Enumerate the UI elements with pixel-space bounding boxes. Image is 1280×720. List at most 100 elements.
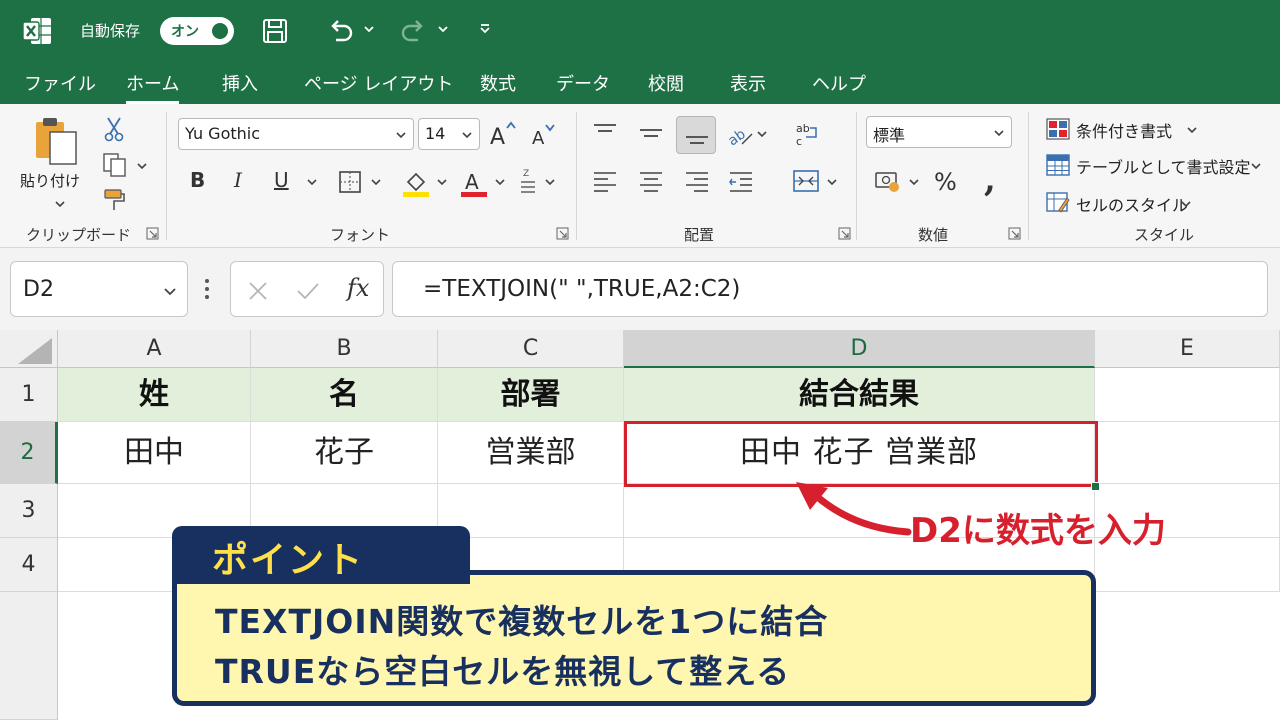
align-right-icon[interactable] bbox=[684, 170, 710, 194]
column-header-e[interactable]: E bbox=[1095, 330, 1280, 368]
cell-a2[interactable]: 田中 bbox=[58, 422, 251, 484]
format-painter-icon[interactable] bbox=[102, 188, 128, 214]
align-middle-icon[interactable] bbox=[638, 122, 664, 144]
format-as-table-dropdown-icon[interactable] bbox=[1250, 160, 1262, 172]
excel-logo-icon[interactable] bbox=[22, 17, 52, 45]
column-header-d[interactable]: D bbox=[624, 330, 1095, 368]
italic-icon[interactable]: I bbox=[234, 168, 242, 192]
underline-icon[interactable]: U bbox=[274, 168, 289, 192]
conditional-formatting-dropdown-icon[interactable] bbox=[1186, 124, 1198, 136]
merge-dropdown-icon[interactable] bbox=[826, 176, 838, 188]
column-header-a[interactable]: A bbox=[58, 330, 251, 368]
font-color-dropdown-icon[interactable] bbox=[494, 176, 506, 188]
ribbon-tabs: ファイル ホーム 挿入 ページ レイアウト 数式 データ 校閲 表示 ヘルプ bbox=[0, 62, 1280, 104]
font-color-icon[interactable]: A bbox=[460, 168, 488, 198]
select-all-button[interactable] bbox=[0, 330, 58, 368]
tab-formulas[interactable]: 数式 bbox=[480, 70, 516, 96]
borders-icon[interactable] bbox=[338, 170, 362, 194]
cancel-icon[interactable] bbox=[247, 280, 269, 302]
paste-button-label[interactable]: 貼り付け bbox=[20, 170, 80, 191]
accounting-dropdown-icon[interactable] bbox=[908, 176, 920, 188]
fill-color-icon[interactable] bbox=[402, 168, 430, 198]
cell-styles-dropdown-icon[interactable] bbox=[1180, 198, 1192, 210]
row-header-2[interactable]: 2 bbox=[0, 422, 58, 484]
tab-view[interactable]: 表示 bbox=[730, 70, 766, 96]
row-header-3[interactable]: 3 bbox=[0, 484, 58, 538]
save-icon[interactable] bbox=[260, 16, 290, 46]
cell-e1[interactable] bbox=[1095, 368, 1280, 422]
row-header-4[interactable]: 4 bbox=[0, 538, 58, 592]
tab-review[interactable]: 校閲 bbox=[648, 70, 684, 96]
insert-function-icon[interactable]: fx bbox=[347, 274, 369, 302]
cell-c2[interactable]: 営業部 bbox=[438, 422, 624, 484]
conditional-formatting-button[interactable]: 条件付き書式 bbox=[1076, 118, 1172, 142]
font-name-select[interactable]: Yu Gothic bbox=[178, 118, 414, 150]
redo-icon[interactable] bbox=[398, 16, 428, 46]
paste-dropdown-icon[interactable] bbox=[54, 198, 66, 210]
orientation-icon[interactable]: ab bbox=[726, 122, 754, 148]
font-launcher-icon[interactable] bbox=[556, 227, 569, 240]
row-header-1[interactable]: 1 bbox=[0, 368, 58, 422]
percent-style-icon[interactable]: % bbox=[934, 168, 957, 196]
align-bottom-button[interactable] bbox=[676, 116, 716, 154]
cell-d1[interactable]: 結合結果 bbox=[624, 368, 1095, 422]
undo-icon[interactable] bbox=[326, 16, 356, 46]
font-size-select[interactable]: 14 bbox=[418, 118, 480, 150]
accounting-format-icon[interactable] bbox=[874, 168, 902, 194]
bold-icon[interactable]: B bbox=[190, 168, 205, 192]
paste-icon[interactable] bbox=[34, 116, 80, 166]
formula-bar: D2 fx =TEXTJOIN(" ",TRUE,A2:C2) bbox=[0, 248, 1280, 330]
borders-dropdown-icon[interactable] bbox=[370, 176, 382, 188]
orientation-dropdown-icon[interactable] bbox=[756, 128, 768, 140]
comma-style-icon[interactable]: , bbox=[984, 160, 996, 200]
align-left-icon[interactable] bbox=[592, 170, 618, 194]
more-options-icon[interactable] bbox=[204, 278, 210, 300]
customize-toolbar-icon[interactable] bbox=[478, 22, 492, 36]
column-header-c[interactable]: C bbox=[438, 330, 624, 368]
cell-b1[interactable]: 名 bbox=[251, 368, 438, 422]
column-header-b[interactable]: B bbox=[251, 330, 438, 368]
clipboard-launcher-icon[interactable] bbox=[146, 227, 159, 240]
cell-b2[interactable]: 花子 bbox=[251, 422, 438, 484]
copy-icon[interactable] bbox=[102, 152, 128, 178]
cell-styles-button[interactable]: セルのスタイル bbox=[1076, 192, 1188, 216]
tab-page-layout[interactable]: ページ レイアウト bbox=[304, 70, 453, 96]
name-box[interactable]: D2 bbox=[10, 261, 188, 317]
fill-color-dropdown-icon[interactable] bbox=[436, 176, 448, 188]
enter-icon[interactable] bbox=[295, 280, 321, 302]
conditional-formatting-icon[interactable] bbox=[1046, 118, 1070, 140]
decrease-font-size-icon[interactable]: A bbox=[530, 122, 556, 148]
cell-c1[interactable]: 部署 bbox=[438, 368, 624, 422]
merge-center-icon[interactable] bbox=[792, 168, 820, 194]
align-top-icon[interactable] bbox=[592, 122, 618, 144]
tab-file[interactable]: ファイル bbox=[24, 70, 96, 96]
formula-input[interactable]: =TEXTJOIN(" ",TRUE,A2:C2) bbox=[392, 261, 1268, 317]
tab-home[interactable]: ホーム bbox=[126, 70, 180, 104]
tab-data[interactable]: データ bbox=[556, 70, 610, 96]
alignment-launcher-icon[interactable] bbox=[838, 227, 851, 240]
tab-help[interactable]: ヘルプ bbox=[812, 70, 866, 96]
autosave-toggle[interactable]: オン bbox=[160, 17, 234, 45]
cell-a1[interactable]: 姓 bbox=[58, 368, 251, 422]
number-launcher-icon[interactable] bbox=[1008, 227, 1021, 240]
cell-styles-icon[interactable] bbox=[1046, 190, 1070, 214]
phonetic-guide-icon[interactable]: Z bbox=[518, 166, 538, 196]
underline-dropdown-icon[interactable] bbox=[306, 176, 318, 188]
align-center-icon[interactable] bbox=[638, 170, 664, 194]
format-as-table-button[interactable]: テーブルとして書式設定 bbox=[1076, 154, 1251, 178]
wrap-text-icon[interactable]: ab c bbox=[794, 120, 820, 148]
phonetic-dropdown-icon[interactable] bbox=[544, 176, 556, 188]
increase-font-size-icon[interactable]: A bbox=[488, 120, 518, 148]
svg-text:c: c bbox=[796, 135, 802, 148]
fill-handle[interactable] bbox=[1091, 482, 1100, 491]
tab-insert[interactable]: 挿入 bbox=[222, 70, 258, 96]
undo-dropdown-icon[interactable] bbox=[362, 22, 376, 36]
format-as-table-icon[interactable] bbox=[1046, 154, 1070, 176]
copy-dropdown-icon[interactable] bbox=[136, 160, 148, 172]
indent-icon[interactable] bbox=[728, 170, 754, 194]
redo-dropdown-icon[interactable] bbox=[436, 22, 450, 36]
cell-e2[interactable] bbox=[1095, 422, 1280, 484]
cut-icon[interactable] bbox=[102, 116, 126, 142]
chevron-down-icon[interactable] bbox=[163, 284, 177, 298]
number-format-select[interactable]: 標準 bbox=[866, 116, 1012, 148]
